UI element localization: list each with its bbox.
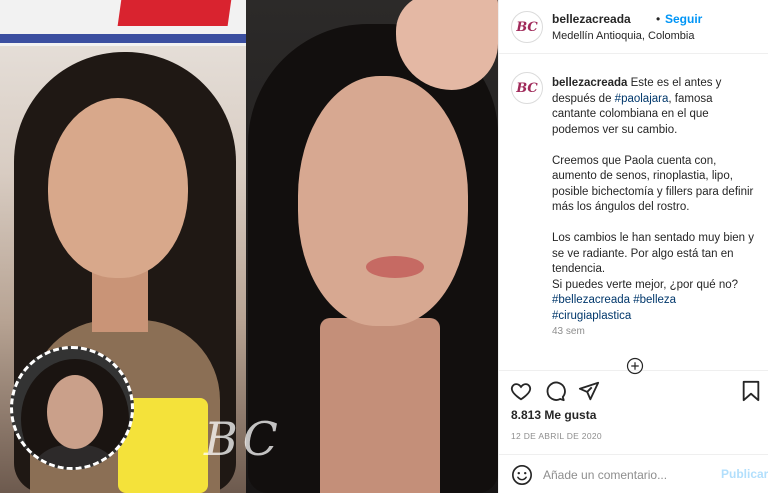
avatar-monogram: BC	[516, 19, 538, 35]
avatar[interactable]: BC	[511, 11, 543, 43]
caption-text: bellezacreada Este es el antes y después…	[552, 76, 758, 324]
caption-section: BC bellezacreada Este es el antes y desp…	[499, 54, 768, 358]
hashtag-link[interactable]: #bellezacreada	[552, 294, 630, 306]
face-shape	[298, 76, 468, 326]
inset-face	[47, 375, 103, 449]
inset-circle-photo	[10, 346, 134, 470]
emoji-icon[interactable]	[511, 464, 533, 486]
bookmark-icon[interactable]	[739, 379, 763, 403]
post-sidebar: BC bellezacreada • Seguir Medellín Antio…	[498, 0, 768, 493]
location-link[interactable]: Medellín Antioquia, Colombia	[552, 30, 694, 42]
photo-banner-logo	[117, 0, 233, 26]
comment-icon[interactable]	[543, 379, 567, 403]
username-link[interactable]: bellezacreada	[552, 12, 631, 26]
likes-count[interactable]: 8.813 Me gusta	[511, 408, 596, 422]
avatar-monogram: BC	[516, 80, 538, 96]
avatar[interactable]: BC	[511, 72, 543, 104]
separator-dot: •	[656, 12, 661, 26]
caption-paragraph: Si puedes verte mejor, ¿por qué no?	[552, 278, 739, 291]
lips-shape	[366, 256, 424, 278]
post-header: BC bellezacreada • Seguir Medellín Antio…	[499, 0, 768, 54]
share-icon[interactable]	[577, 379, 601, 403]
comment-bar: Publicar	[499, 454, 768, 493]
comment-input[interactable]	[543, 464, 713, 486]
follow-button[interactable]: Seguir	[665, 12, 702, 26]
caption-paragraph: Los cambios le han sentado muy bien y se…	[552, 232, 755, 275]
heart-icon[interactable]	[509, 379, 533, 403]
post-comment-button[interactable]: Publicar	[721, 467, 768, 481]
caption-timestamp: 43 sem	[552, 326, 585, 337]
load-more-comments-icon[interactable]	[626, 357, 644, 380]
post-image[interactable]: BC	[0, 0, 498, 493]
caption-paragraph: Creemos que Paola cuenta con, aumento de…	[552, 154, 754, 214]
caption-username[interactable]: bellezacreada	[552, 77, 627, 89]
hashtag-link[interactable]: #cirugiaplastica	[552, 310, 631, 322]
neck-shape	[320, 318, 440, 493]
after-photo	[246, 0, 498, 493]
hashtag-link[interactable]: #belleza	[633, 294, 676, 306]
watermark: BC	[204, 412, 282, 466]
face-shape	[48, 98, 188, 278]
post-date: 12 DE ABRIL DE 2020	[511, 431, 602, 441]
photo-banner-stripe	[0, 34, 246, 43]
hashtag-link[interactable]: #paolajara	[615, 93, 669, 105]
